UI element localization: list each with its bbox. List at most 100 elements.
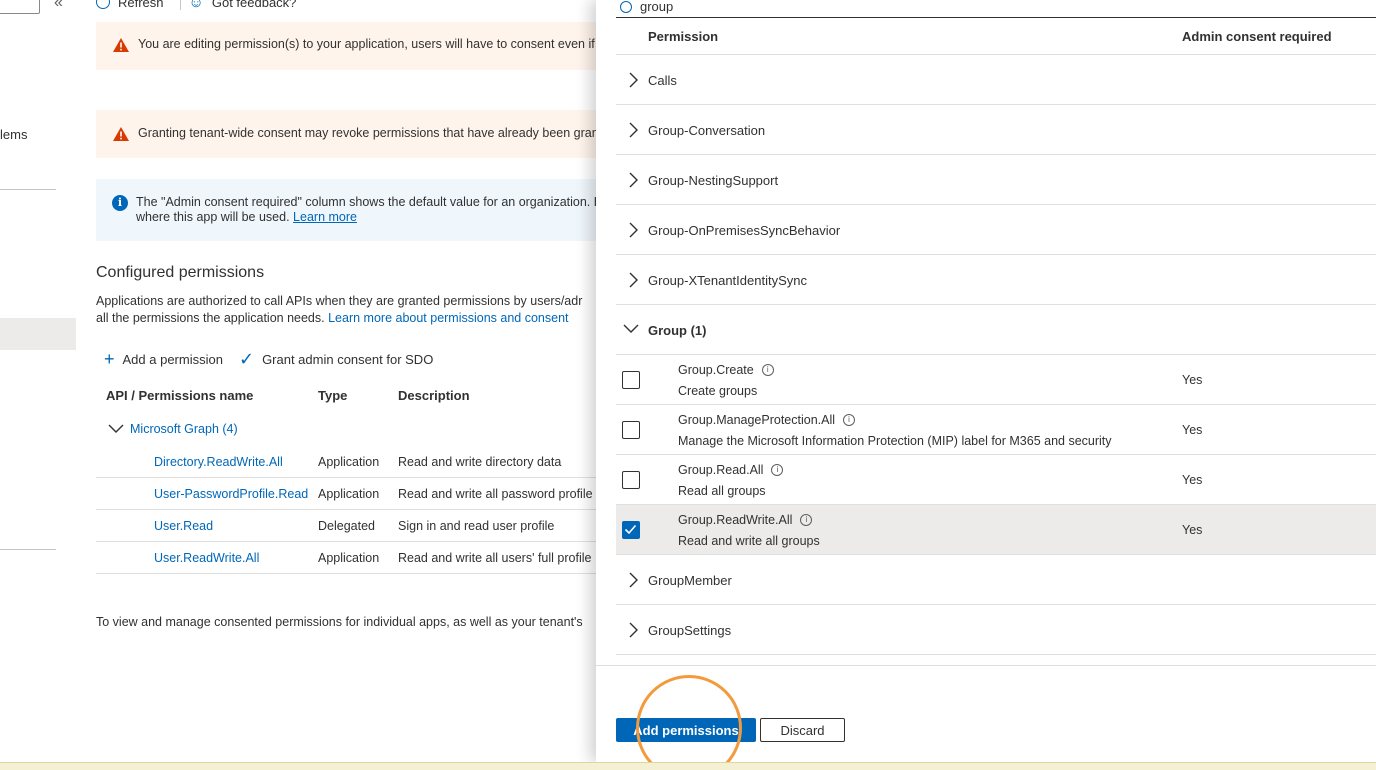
toolbar-separator	[179, 0, 181, 10]
permission-name-link[interactable]: Directory.ReadWrite.All	[154, 455, 308, 469]
feedback-icon: ☺	[188, 0, 204, 11]
permission-type: Delegated	[318, 519, 375, 533]
nav-search-input[interactable]	[0, 0, 40, 14]
permission-group-nesting-support[interactable]: Group-NestingSupport	[616, 155, 1376, 205]
refresh-button[interactable]: Refresh	[96, 0, 172, 10]
chevron-right-icon	[629, 172, 638, 188]
desc-line-2-text: all the permissions the application need…	[96, 311, 325, 325]
checkmark-icon	[624, 524, 637, 535]
permission-description: Read and write directory data	[398, 455, 562, 469]
group-label: GroupSettings	[648, 623, 732, 638]
permissions-consent-link[interactable]: Learn more about permissions and consent	[328, 311, 568, 325]
admin-consent-value: Yes	[1182, 373, 1203, 387]
nav-item-partial[interactable]: lems	[0, 127, 27, 142]
api-group-label: Microsoft Graph (4)	[130, 422, 238, 436]
info-icon[interactable]: i	[771, 464, 784, 476]
permission-name-text: Group.Read.All	[678, 463, 764, 477]
feedback-label: Got feedback?	[211, 0, 297, 10]
admin-consent-value: Yes	[1182, 473, 1203, 487]
table-row: User.Read Delegated Sign in and read use…	[96, 510, 616, 542]
permission-description: Read and write all users' full profile	[398, 551, 592, 565]
chevron-down-icon	[623, 324, 639, 333]
group-label: Group-NestingSupport	[648, 173, 779, 188]
group-label: GroupMember	[648, 573, 732, 588]
permission-group-groupsettings[interactable]: GroupSettings	[616, 605, 1376, 655]
checkmark-icon: ✓	[238, 349, 255, 369]
consented-permissions-note: To view and manage consented permissions…	[96, 615, 583, 629]
plus-icon: +	[104, 349, 115, 369]
permission-description: Create groups	[678, 384, 758, 398]
desc-line-2: all the permissions the application need…	[96, 310, 596, 327]
permission-name-link[interactable]: User-PasswordProfile.ReadWr	[154, 487, 308, 501]
api-group-microsoft-graph[interactable]: Microsoft Graph (4)	[108, 422, 238, 436]
permission-name: Group.ReadWrite.All i	[678, 513, 813, 527]
permission-group-onpremises-sync[interactable]: Group-OnPremisesSyncBehavior	[616, 205, 1376, 255]
learn-more-link[interactable]: Learn more	[293, 210, 357, 224]
chevron-right-icon	[629, 72, 638, 88]
permission-group-group[interactable]: Group (1)	[616, 305, 1376, 355]
column-header-type[interactable]: Type	[318, 388, 347, 403]
info-icon[interactable]: i	[761, 364, 774, 376]
permission-group-conversation[interactable]: Group-Conversation	[616, 105, 1376, 155]
chevron-right-icon	[629, 572, 638, 588]
permission-name-text: Group.ReadWrite.All	[678, 513, 793, 527]
permission-group-calls[interactable]: Calls	[616, 55, 1376, 105]
info-icon[interactable]: i	[843, 414, 856, 426]
permission-row-selected: Group.ReadWrite.All i Read and write all…	[616, 505, 1376, 555]
permission-search-input[interactable]: group	[616, 0, 1376, 18]
collapse-nav-icon[interactable]: «	[54, 0, 63, 12]
feedback-button[interactable]: ☺ Got feedback?	[189, 0, 305, 11]
nav-divider	[0, 189, 56, 190]
permission-name-text: Group.Create	[678, 363, 754, 377]
request-permissions-panel: group Permission Admin consent required …	[596, 0, 1376, 770]
permission-checkbox-checked[interactable]	[622, 521, 640, 539]
permission-actions: + Add a permission ✓ Grant admin consent…	[104, 350, 433, 368]
info-icon[interactable]: i	[800, 514, 813, 526]
configured-permissions-desc: Applications are authorized to call APIs…	[96, 293, 596, 327]
group-label: Calls	[648, 73, 677, 88]
nav-item-selected[interactable]	[0, 318, 76, 350]
warning-icon	[113, 127, 129, 141]
warning-icon	[113, 38, 129, 52]
permission-row: Group.Create i Create groups Yes	[616, 355, 1376, 405]
info-line-2: where this app will be used. Learn more	[136, 210, 616, 225]
column-header-description[interactable]: Description	[398, 388, 470, 403]
permission-checkbox[interactable]	[622, 421, 640, 439]
column-header-name[interactable]: API / Permissions name	[106, 388, 253, 403]
taskbar	[0, 762, 1376, 770]
info-text: The "Admin consent required" column show…	[136, 195, 616, 225]
grant-admin-consent-label: Grant admin consent for SDO	[262, 351, 434, 367]
chevron-right-icon	[629, 222, 638, 238]
discard-button[interactable]: Discard	[760, 718, 845, 742]
permission-name-link[interactable]: User.Read	[154, 519, 308, 533]
permission-checkbox[interactable]	[622, 371, 640, 389]
info-line-1: The "Admin consent required" column show…	[136, 195, 616, 209]
permission-group-xtenant-sync[interactable]: Group-XTenantIdentitySync	[616, 255, 1376, 305]
admin-consent-value: Yes	[1182, 523, 1203, 537]
admin-consent-value: Yes	[1182, 423, 1203, 437]
permission-name-text: Group.ManageProtection.All	[678, 413, 836, 427]
permission-description: Manage the Microsoft Information Protect…	[678, 434, 1112, 448]
add-permission-button[interactable]: + Add a permission	[104, 350, 223, 368]
chevron-right-icon	[629, 272, 638, 288]
grant-admin-consent-button[interactable]: ✓ Grant admin consent for SDO	[239, 350, 433, 368]
add-permissions-button[interactable]: Add permissions	[616, 718, 756, 742]
permission-group-groupmember[interactable]: GroupMember	[616, 555, 1376, 605]
permission-type: Application	[318, 455, 380, 469]
table-row: User.ReadWrite.All Application Read and …	[96, 542, 616, 574]
group-label: Group-OnPremisesSyncBehavior	[648, 223, 841, 238]
column-header-admin-consent: Admin consent required	[1182, 29, 1332, 44]
group-label: Group (1)	[648, 323, 707, 338]
table-row: User-PasswordProfile.ReadWr Application …	[96, 478, 616, 510]
refresh-icon	[96, 0, 110, 9]
configured-permissions-title: Configured permissions	[96, 264, 265, 281]
admin-consent-info-banner: i The "Admin consent required" column sh…	[96, 179, 616, 241]
left-nav: « lems	[0, 0, 76, 762]
permission-checkbox[interactable]	[622, 471, 640, 489]
permission-description: Sign in and read user profile	[398, 519, 555, 533]
refresh-label: Refresh	[118, 0, 164, 10]
search-icon	[620, 0, 632, 13]
permission-type: Application	[318, 487, 380, 501]
permission-type: Application	[318, 551, 380, 565]
permission-name-link[interactable]: User.ReadWrite.All	[154, 551, 308, 565]
